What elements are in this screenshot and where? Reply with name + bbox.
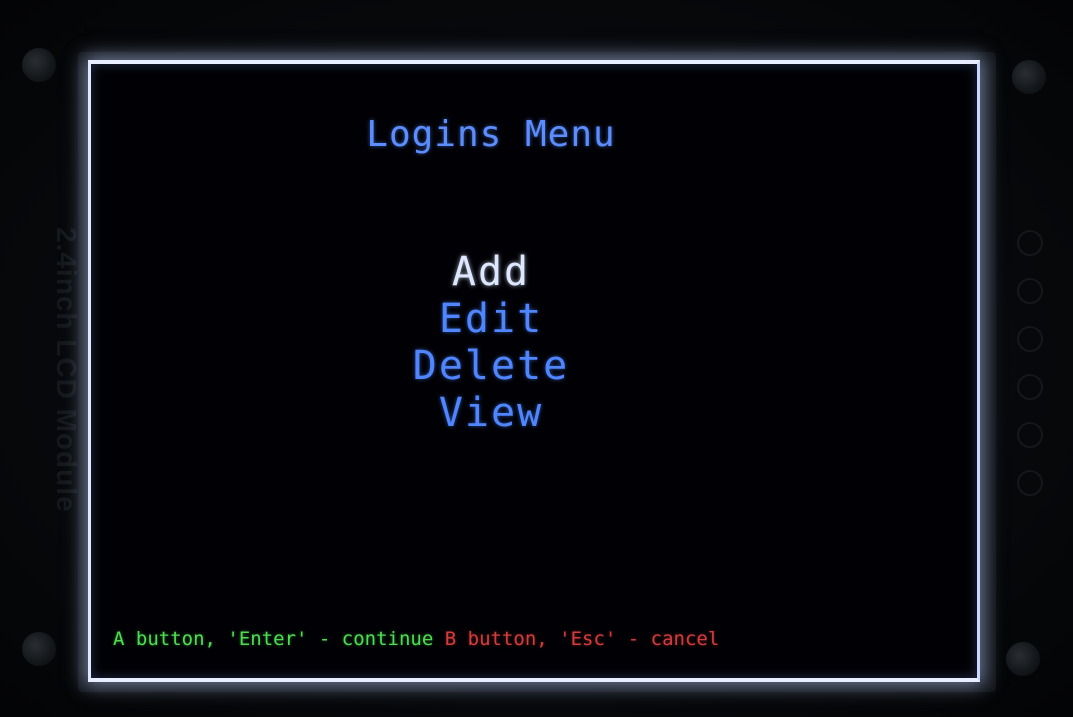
menu-item-delete[interactable]: Delete <box>91 343 891 390</box>
cancel-hint: B button, 'Esc' - cancel <box>444 628 720 650</box>
pin-hole <box>1017 470 1043 496</box>
menu-title: Logins Menu <box>366 114 616 155</box>
pin-hole <box>1017 278 1043 304</box>
pcb-silkscreen-label: 2.4inch LCD Module <box>51 227 82 513</box>
lcd-screen: Logins Menu Add Edit Delete View A butto… <box>88 60 980 682</box>
lcd-module: 2.4inch LCD Module Logins Menu Add Edit … <box>0 0 1073 717</box>
pin-hole <box>1017 326 1043 352</box>
button-hint-bar: A button, 'Enter' - continue B button, '… <box>113 628 719 650</box>
mounting-screw-top-right <box>1012 60 1046 94</box>
mounting-screw-bottom-right <box>1006 642 1040 676</box>
mounting-screw-top-left <box>22 48 56 82</box>
menu-item-view[interactable]: View <box>91 390 891 437</box>
menu-list: Add Edit Delete View <box>91 249 891 437</box>
pin-hole <box>1017 374 1043 400</box>
header-pin-holes <box>1010 230 1050 530</box>
pin-hole <box>1017 230 1043 256</box>
mounting-screw-bottom-left <box>22 632 56 666</box>
menu-item-add[interactable]: Add <box>91 249 891 296</box>
continue-hint: A button, 'Enter' - continue <box>113 628 434 650</box>
pin-hole <box>1017 422 1043 448</box>
menu-item-edit[interactable]: Edit <box>91 296 891 343</box>
